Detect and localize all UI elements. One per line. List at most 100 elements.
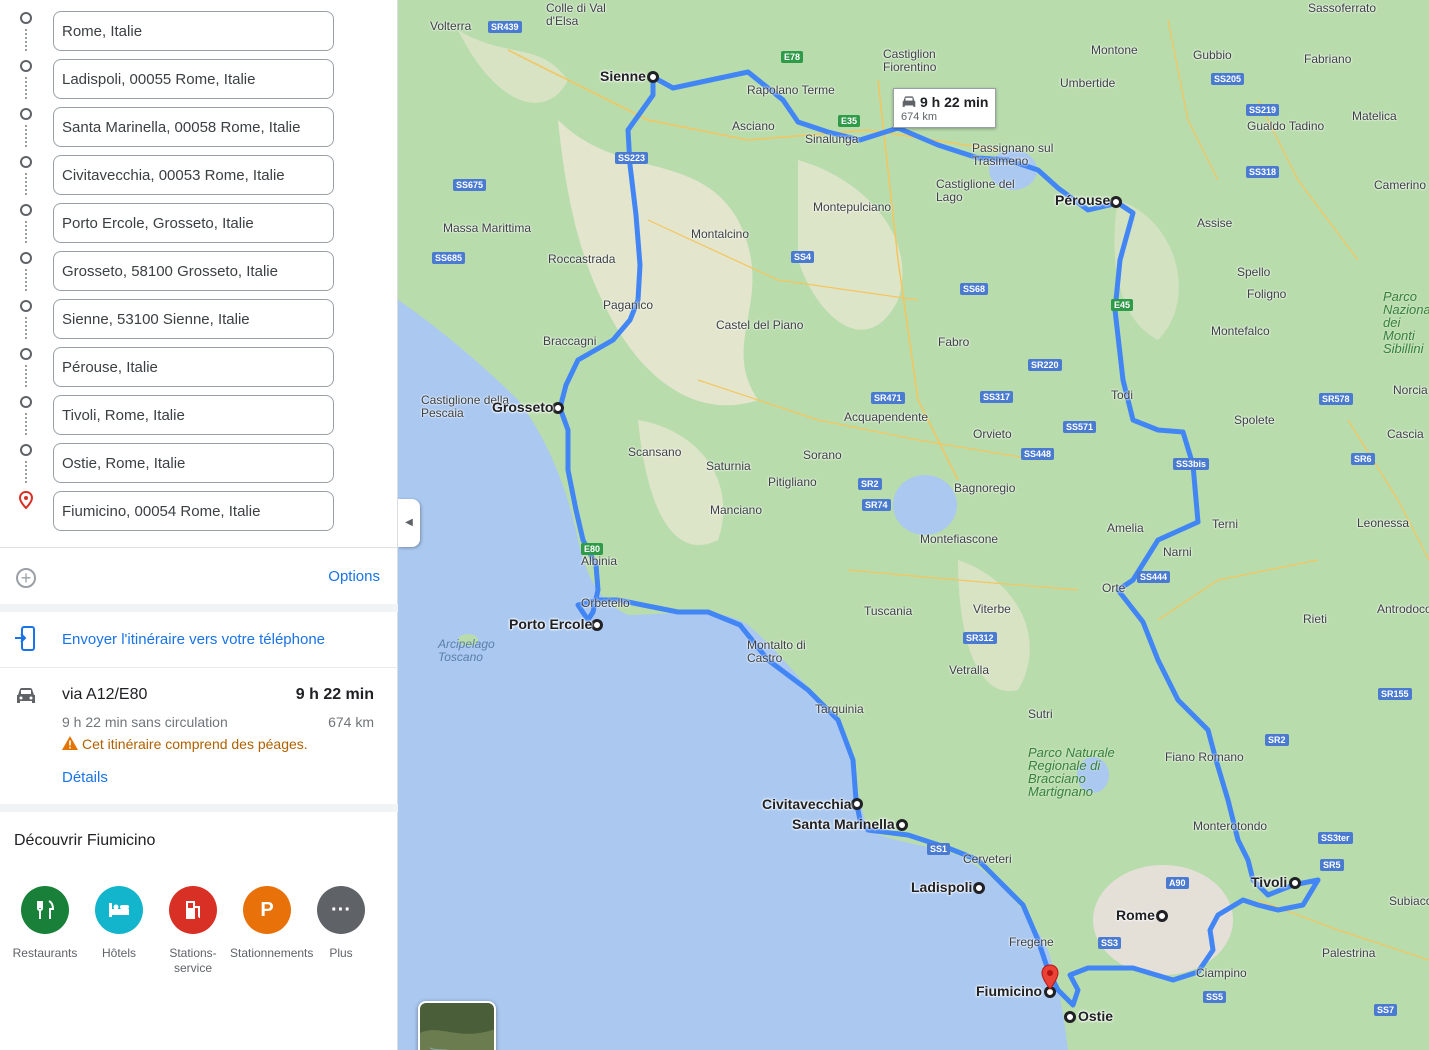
options-button[interactable]: Options	[328, 568, 380, 585]
stop-marker-santa_marinella[interactable]	[896, 819, 908, 831]
water-label: Arcipelago Toscano	[438, 637, 495, 664]
waypoint-row	[0, 48, 398, 99]
stop-label-grosseto: Grosseto	[492, 399, 554, 415]
waypoint-dot-icon	[20, 252, 32, 264]
car-icon	[17, 688, 35, 703]
category-restaurant[interactable]: Restaurants	[8, 886, 82, 961]
stop-marker-ostie[interactable]	[1064, 1011, 1076, 1023]
route-distance: 674 km	[328, 714, 374, 730]
waypoint-input[interactable]	[53, 155, 334, 195]
place-label: Orte	[1102, 581, 1126, 595]
road-shield: SS675	[453, 179, 487, 191]
place-label: Leonessa	[1357, 516, 1410, 530]
place-label: Antrodoco	[1377, 602, 1429, 616]
add-circle-icon[interactable]: +	[16, 568, 36, 588]
place-label: Assise	[1197, 216, 1233, 230]
road-shield: SS317	[980, 391, 1014, 403]
waypoint-input[interactable]	[53, 395, 334, 435]
place-label: Fregene	[1009, 935, 1054, 949]
divider	[0, 804, 398, 812]
waypoint-input[interactable]	[53, 347, 334, 387]
place-label: Foligno	[1247, 287, 1287, 301]
road-shield: SS448	[1021, 448, 1055, 460]
place-label: Rapolano Terme	[747, 83, 835, 97]
road-shield: E80	[581, 543, 604, 555]
place-label: Gualdo Tadino	[1247, 119, 1325, 133]
road-shield: SR471	[871, 392, 905, 404]
road-shield: SS3bis	[1173, 458, 1210, 470]
place-label: Orbetello	[581, 596, 630, 610]
parking-icon: P	[243, 886, 291, 934]
stop-marker-grosseto[interactable]	[552, 402, 564, 414]
waypoint-input[interactable]	[53, 203, 334, 243]
waypoint-input[interactable]	[53, 491, 334, 531]
discover-title: Découvrir Fiumicino	[14, 832, 156, 849]
place-label: Viterbe	[973, 602, 1011, 616]
road-shield: E78	[781, 51, 804, 63]
category-hotel[interactable]: Hôtels	[82, 886, 156, 961]
route-option[interactable]: via A12/E80 9 h 22 min 9 h 22 min sans c…	[0, 668, 398, 804]
waypoint-input[interactable]	[53, 251, 334, 291]
stop-label-fiumicino: Fiumicino	[976, 983, 1043, 999]
waypoint-input[interactable]	[53, 59, 334, 99]
waypoint-input[interactable]	[53, 107, 334, 147]
place-label: Fiano Romano	[1165, 750, 1244, 764]
road-shield: SR155	[1378, 688, 1412, 700]
destination-pin-icon	[18, 491, 34, 509]
road-shield: SR2	[858, 478, 882, 490]
place-label: Cascia	[1387, 427, 1424, 441]
stop-marker-porto_ercole[interactable]	[591, 619, 603, 631]
map-canvas[interactable]: Colle di Val d'Elsa Volterra Sassoferrato M…	[398, 0, 1429, 1050]
stop-marker-tivoli[interactable]	[1289, 877, 1301, 889]
callout-duration: 9 h 22 min	[920, 94, 989, 110]
category-label: Stations-service	[169, 946, 217, 975]
category-more[interactable]: ··· Plus	[304, 886, 378, 961]
place-label: Albinia	[581, 554, 618, 568]
duration-callout[interactable]: 9 h 22 min 674 km	[893, 88, 996, 128]
destination-pin-icon[interactable]	[1041, 964, 1059, 990]
route-no-traffic-time: 9 h 22 min sans circulation	[62, 714, 228, 730]
place-label: Palestrina	[1322, 946, 1376, 960]
road-shield: SS318	[1246, 166, 1280, 178]
waypoint-input[interactable]	[53, 443, 334, 483]
warning-icon	[62, 736, 78, 750]
waypoint-input[interactable]	[53, 299, 334, 339]
place-label: Norcia	[1393, 383, 1428, 397]
road-shield: E45	[1111, 299, 1134, 311]
category-parking[interactable]: P Stationnements	[230, 886, 313, 961]
road-shield: SR2	[1265, 734, 1289, 746]
place-label: Ciampino	[1196, 966, 1247, 980]
collapse-panel-icon[interactable]: ◀	[398, 499, 420, 547]
waypoint-input[interactable]	[53, 11, 334, 51]
road-shield: SS5	[1203, 991, 1227, 1003]
place-label: Scansano	[628, 445, 682, 459]
place-label: Vetralla	[949, 663, 990, 677]
place-label: Paganico	[603, 298, 654, 312]
waypoint-row	[0, 384, 398, 435]
category-label: Hôtels	[101, 946, 136, 960]
road-shield: SS223	[615, 152, 649, 164]
stop-marker-rome[interactable]	[1156, 910, 1168, 922]
waypoint-row	[0, 96, 398, 147]
details-link[interactable]: Détails	[62, 769, 108, 786]
stop-marker-civitavecchia[interactable]	[851, 798, 863, 810]
stop-marker-perouse[interactable]	[1110, 196, 1122, 208]
stop-label-santa_marinella: Santa Marinella	[792, 816, 895, 832]
place-label: Umbertide	[1060, 76, 1116, 90]
waypoint-dot-icon	[20, 348, 32, 360]
place-label: Montalto di Castro	[747, 638, 806, 665]
stop-marker-sienne[interactable]	[647, 71, 659, 83]
place-label: Spolete	[1234, 413, 1275, 427]
road-shield: SS219	[1246, 104, 1280, 116]
category-label: Plus	[329, 946, 353, 960]
stop-label-ladispoli: Ladispoli	[911, 879, 973, 895]
stop-marker-ladispoli[interactable]	[973, 882, 985, 894]
place-label: Matelica	[1352, 109, 1397, 123]
road-shield: SR5	[1320, 859, 1344, 871]
waypoint-dot-icon	[20, 204, 32, 216]
place-label: Tuscania	[864, 604, 913, 618]
category-gas-station[interactable]: Stations-service	[156, 886, 230, 976]
send-to-phone-row[interactable]: Envoyer l'itinéraire vers votre téléphon…	[0, 612, 398, 668]
waypoint-dot-icon	[20, 108, 32, 120]
layers-toggle-thumbnail[interactable]	[418, 1001, 496, 1050]
